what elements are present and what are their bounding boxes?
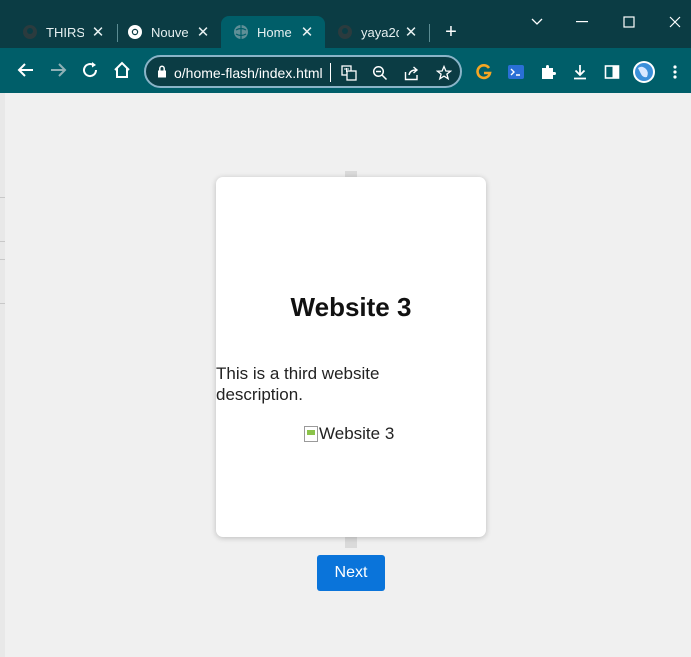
tab-yaya2d[interactable]: yaya2d ✕ bbox=[325, 16, 429, 48]
tab-thirst[interactable]: THIRST ✕ bbox=[10, 16, 116, 48]
close-icon[interactable]: ✕ bbox=[299, 24, 315, 41]
tab-divider bbox=[429, 24, 430, 42]
github-icon bbox=[337, 24, 353, 40]
tab-title: yaya2d bbox=[361, 24, 399, 40]
bookmark-star-icon[interactable] bbox=[434, 63, 454, 83]
text-caret bbox=[330, 63, 331, 82]
left-window-edge bbox=[0, 93, 5, 657]
grammarly-extension-icon[interactable] bbox=[473, 61, 495, 83]
close-icon[interactable]: ✕ bbox=[403, 24, 419, 41]
chrome-icon bbox=[127, 24, 143, 40]
home-icon[interactable] bbox=[110, 58, 134, 82]
maximize-icon[interactable] bbox=[617, 10, 641, 34]
edge-line bbox=[0, 241, 5, 242]
edge-line bbox=[0, 303, 5, 304]
new-tab-button[interactable]: + bbox=[440, 22, 462, 44]
url-text[interactable]: o/home-flash/index.html bbox=[174, 64, 332, 82]
tab-title: Nouvel bbox=[151, 24, 189, 40]
close-icon[interactable]: ✕ bbox=[90, 24, 106, 41]
tab-title: THIRST bbox=[46, 24, 84, 40]
side-panel-icon[interactable] bbox=[601, 61, 623, 83]
close-icon[interactable]: ✕ bbox=[195, 24, 211, 41]
lock-icon[interactable] bbox=[157, 65, 167, 83]
forward-icon[interactable] bbox=[46, 58, 70, 82]
tab-nouvel[interactable]: Nouvel ✕ bbox=[115, 16, 221, 48]
address-bar[interactable]: o/home-flash/index.html bbox=[144, 55, 462, 88]
back-icon[interactable] bbox=[14, 58, 38, 82]
edge-line bbox=[0, 259, 5, 260]
menu-kebab-icon[interactable] bbox=[664, 61, 686, 83]
share-icon[interactable] bbox=[402, 63, 422, 83]
devtools-extension-icon[interactable] bbox=[505, 61, 527, 83]
globe-icon bbox=[233, 24, 249, 40]
card-image: Website 3 bbox=[304, 424, 394, 444]
broken-image-icon bbox=[304, 426, 318, 442]
edge-line bbox=[0, 197, 5, 198]
card-description: This is a third website description. bbox=[216, 364, 380, 404]
close-window-icon[interactable] bbox=[663, 10, 687, 34]
tab-title: Home bbox=[257, 24, 292, 40]
next-button[interactable]: Next bbox=[317, 555, 385, 591]
reload-icon[interactable] bbox=[78, 58, 102, 82]
tab-home[interactable]: Home ✕ bbox=[221, 16, 325, 48]
translate-icon[interactable] bbox=[339, 63, 359, 83]
download-icon[interactable] bbox=[569, 61, 591, 83]
github-icon bbox=[22, 24, 38, 40]
minimize-icon[interactable] bbox=[570, 10, 594, 34]
card-title: Website 3 bbox=[290, 292, 412, 322]
zoom-icon[interactable] bbox=[370, 63, 390, 83]
image-alt-text: Website 3 bbox=[319, 424, 395, 443]
tab-search-icon[interactable] bbox=[525, 10, 549, 34]
tab-strip: THIRST ✕ Nouvel ✕ Home ✕ yaya2d ✕ + bbox=[0, 0, 691, 48]
website-card: Website 3 This is a third website descri… bbox=[216, 177, 486, 537]
avatar[interactable] bbox=[632, 60, 656, 84]
puzzle-extensions-icon[interactable] bbox=[537, 61, 559, 83]
